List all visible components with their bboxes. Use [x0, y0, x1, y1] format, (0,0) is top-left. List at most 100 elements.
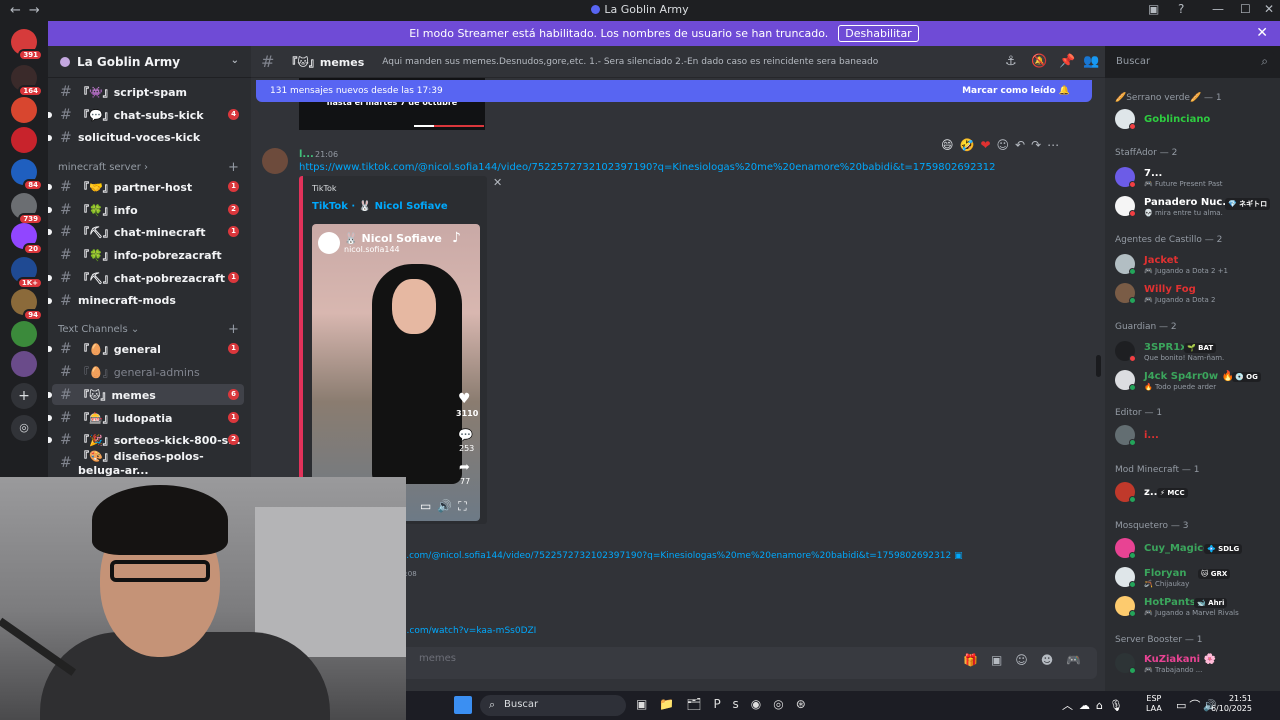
webcam-glasses: [110, 560, 210, 582]
server-icon[interactable]: [11, 351, 37, 377]
member-item[interactable]: KuZiakani 🌸 🎮 Trabajando ...: [1115, 651, 1275, 677]
channel-item[interactable]: # 『🥚』general-admins: [52, 361, 244, 382]
mute-icon[interactable]: 🔕: [1031, 54, 1047, 69]
server-badge: 391: [18, 49, 43, 61]
channel-item[interactable]: # 『🎉』sorteos-kick-800-s... 2: [48, 429, 244, 450]
channel-item[interactable]: # 『🎨』diseños-polos-beluga-ar...: [52, 450, 244, 477]
mark-read-button[interactable]: Marcar como leído 🔔: [962, 86, 1070, 96]
server-icon[interactable]: 739: [11, 193, 43, 225]
member-item[interactable]: J4ck Sp4rr0w 🔥 💿 OG 🔥 Todo puede arder: [1115, 368, 1275, 394]
windows-start-icon[interactable]: [454, 696, 472, 714]
forward-icon[interactable]: ↷: [1031, 138, 1041, 152]
member-tag: 💿 OG: [1232, 372, 1261, 382]
share-count: 77: [460, 477, 471, 486]
channel-item[interactable]: # 『🍀』info-pobrezacraft: [52, 244, 244, 265]
unread-indicator: [48, 346, 52, 352]
server-icon[interactable]: [11, 97, 37, 123]
message-link[interactable]: k.com/@nicol.sofia144/video/752257273210…: [401, 551, 963, 561]
member-item[interactable]: 7... 🎮 Future Present Past: [1115, 165, 1275, 191]
member-item[interactable]: HotPants 🐋 Ahri 🎮 Jugando a Marvel Rivals: [1115, 594, 1275, 620]
search-input[interactable]: Buscar ⌕: [1110, 52, 1274, 72]
channel-item[interactable]: # 『💬』chat-subs-kick 4: [48, 104, 244, 125]
system-tray[interactable]: ︿☁⌂🎙: [1062, 697, 1129, 713]
comment-icon[interactable]: 💬: [458, 428, 473, 442]
member-item[interactable]: z... ⚡ MCC: [1115, 480, 1275, 506]
minimize-icon[interactable]: —: [1212, 2, 1224, 16]
emoji-reaction-icon[interactable]: 😄: [941, 138, 954, 152]
category-text-channels[interactable]: Text Channels ⌄ +: [58, 322, 239, 337]
member-list-icon[interactable]: 👥: [1083, 54, 1099, 69]
discover-icon[interactable]: ◎: [11, 415, 37, 441]
webcam-hair: [92, 485, 228, 555]
message-link[interactable]: https://www.tiktok.com/@nicol.sofia144/v…: [299, 162, 996, 173]
search-icon: ⌕: [1261, 54, 1268, 68]
channel-topic[interactable]: Aqui manden sus memes.Desnudos,gore,etc.…: [382, 57, 878, 67]
close-window-icon[interactable]: ✕: [1264, 2, 1274, 16]
server-badge: 94: [23, 309, 43, 321]
add-server-icon[interactable]: +: [11, 383, 37, 409]
pin-icon[interactable]: 📌: [1059, 54, 1075, 69]
member-item[interactable]: Floryan 🐱 GRX 🪃 Chijaukay: [1115, 565, 1275, 591]
message-scrollbar[interactable]: [1096, 355, 1101, 377]
server-icon[interactable]: 20: [11, 223, 43, 255]
avatar[interactable]: [262, 148, 288, 174]
video-controls[interactable]: ▭🔊⛶: [420, 499, 473, 514]
laugh-reaction-icon[interactable]: 🤣: [960, 138, 975, 152]
server-icon[interactable]: 84: [11, 159, 43, 191]
member-item[interactable]: 3SPR1xs 🌱 BAT Que bonito! Nam-ñam.: [1115, 339, 1275, 365]
embed-title[interactable]: TikTok · 🐰 Nicol Sofiave: [312, 201, 448, 212]
channel-item[interactable]: # 『⛏』chat-pobrezacraft 1: [48, 267, 244, 288]
add-channel-icon[interactable]: +: [228, 160, 239, 175]
help-icon[interactable]: ?: [1178, 2, 1184, 16]
server-icon[interactable]: [11, 127, 37, 153]
server-icon[interactable]: 94: [11, 289, 43, 321]
member-item[interactable]: Goblinciano: [1115, 107, 1275, 133]
member-item[interactable]: Panadero Nuc... 💎 ネギトロ 💀 mira entre tu alm…: [1115, 194, 1275, 220]
clock[interactable]: 21:51 6/10/2025: [1202, 694, 1252, 714]
chevron-down-icon[interactable]: ⌄: [231, 55, 239, 66]
member-item[interactable]: i...: [1115, 423, 1275, 449]
composer-tools[interactable]: 🎁▣☺☻🎮: [963, 653, 1094, 667]
member-item[interactable]: Willy Fog 🎮 Jugando a Dota 2: [1115, 281, 1275, 307]
channel-item[interactable]: # 『🐱』memes 6: [48, 384, 244, 405]
new-messages-bar[interactable]: 131 mensajes nuevos desde las 17:39 Marc…: [256, 80, 1092, 102]
server-icon[interactable]: 391: [11, 29, 43, 61]
add-reaction-icon[interactable]: ☺: [997, 138, 1010, 152]
close-embed-icon[interactable]: ✕: [493, 176, 502, 189]
add-channel-icon[interactable]: +: [228, 322, 239, 337]
channel-item[interactable]: # 『🎰』ludopatia 1: [48, 407, 244, 428]
threads-icon[interactable]: ⚓: [1005, 54, 1017, 69]
member-item[interactable]: Cuy_Magico 💠 SDLG: [1115, 536, 1275, 562]
channel-item[interactable]: # 『👾』script-spam: [52, 81, 244, 102]
server-icon[interactable]: 164: [11, 65, 43, 97]
channel-item[interactable]: # 『🥚』general 1: [48, 338, 244, 359]
member-item[interactable]: Jacket 🎮 Jugando a Dota 2 +1: [1115, 252, 1275, 278]
reply-icon[interactable]: ↶: [1015, 138, 1025, 152]
language-indicator[interactable]: ESP LAA: [1146, 694, 1162, 714]
taskbar-search[interactable]: ⌕ Buscar: [480, 695, 626, 716]
channel-item[interactable]: # solicitud-voces-kick: [48, 127, 244, 148]
mention-badge: 1: [228, 412, 239, 423]
channel-item[interactable]: # 『🍀』info 2: [48, 199, 244, 220]
channel-item[interactable]: # minecraft-mods: [48, 290, 244, 311]
category-minecraft[interactable]: minecraft server › +: [58, 160, 239, 175]
close-banner-icon[interactable]: ✕: [1256, 25, 1268, 41]
heart-reaction-icon[interactable]: ❤: [980, 138, 990, 152]
message-link[interactable]: e.com/watch?v=kaa-mSs0DZI: [401, 626, 536, 636]
inbox-icon[interactable]: ▣: [1148, 2, 1159, 16]
disable-button[interactable]: Deshabilitar: [838, 25, 919, 42]
maximize-icon[interactable]: ☐: [1240, 2, 1251, 16]
guild-header[interactable]: La Goblin Army ⌄: [48, 46, 251, 78]
member-activity: 🎮 Trabajando ...: [1144, 666, 1203, 674]
message-author[interactable]: l...: [299, 149, 314, 160]
channel-item[interactable]: # 『🤝』partner-host 1: [48, 176, 244, 197]
share-icon[interactable]: ➦: [459, 460, 470, 475]
app-icon: [591, 5, 601, 14]
image-icon[interactable]: ▣: [954, 551, 963, 561]
server-icon[interactable]: [11, 321, 37, 347]
more-icon[interactable]: ⋯: [1047, 138, 1059, 152]
like-icon[interactable]: ♥: [458, 391, 471, 407]
channel-item[interactable]: # 『⛏』chat-minecraft 1: [48, 221, 244, 242]
taskbar-apps[interactable]: ▣📁🗂Ps◉◎⊛: [636, 697, 818, 711]
server-icon[interactable]: 1K+: [11, 257, 43, 289]
